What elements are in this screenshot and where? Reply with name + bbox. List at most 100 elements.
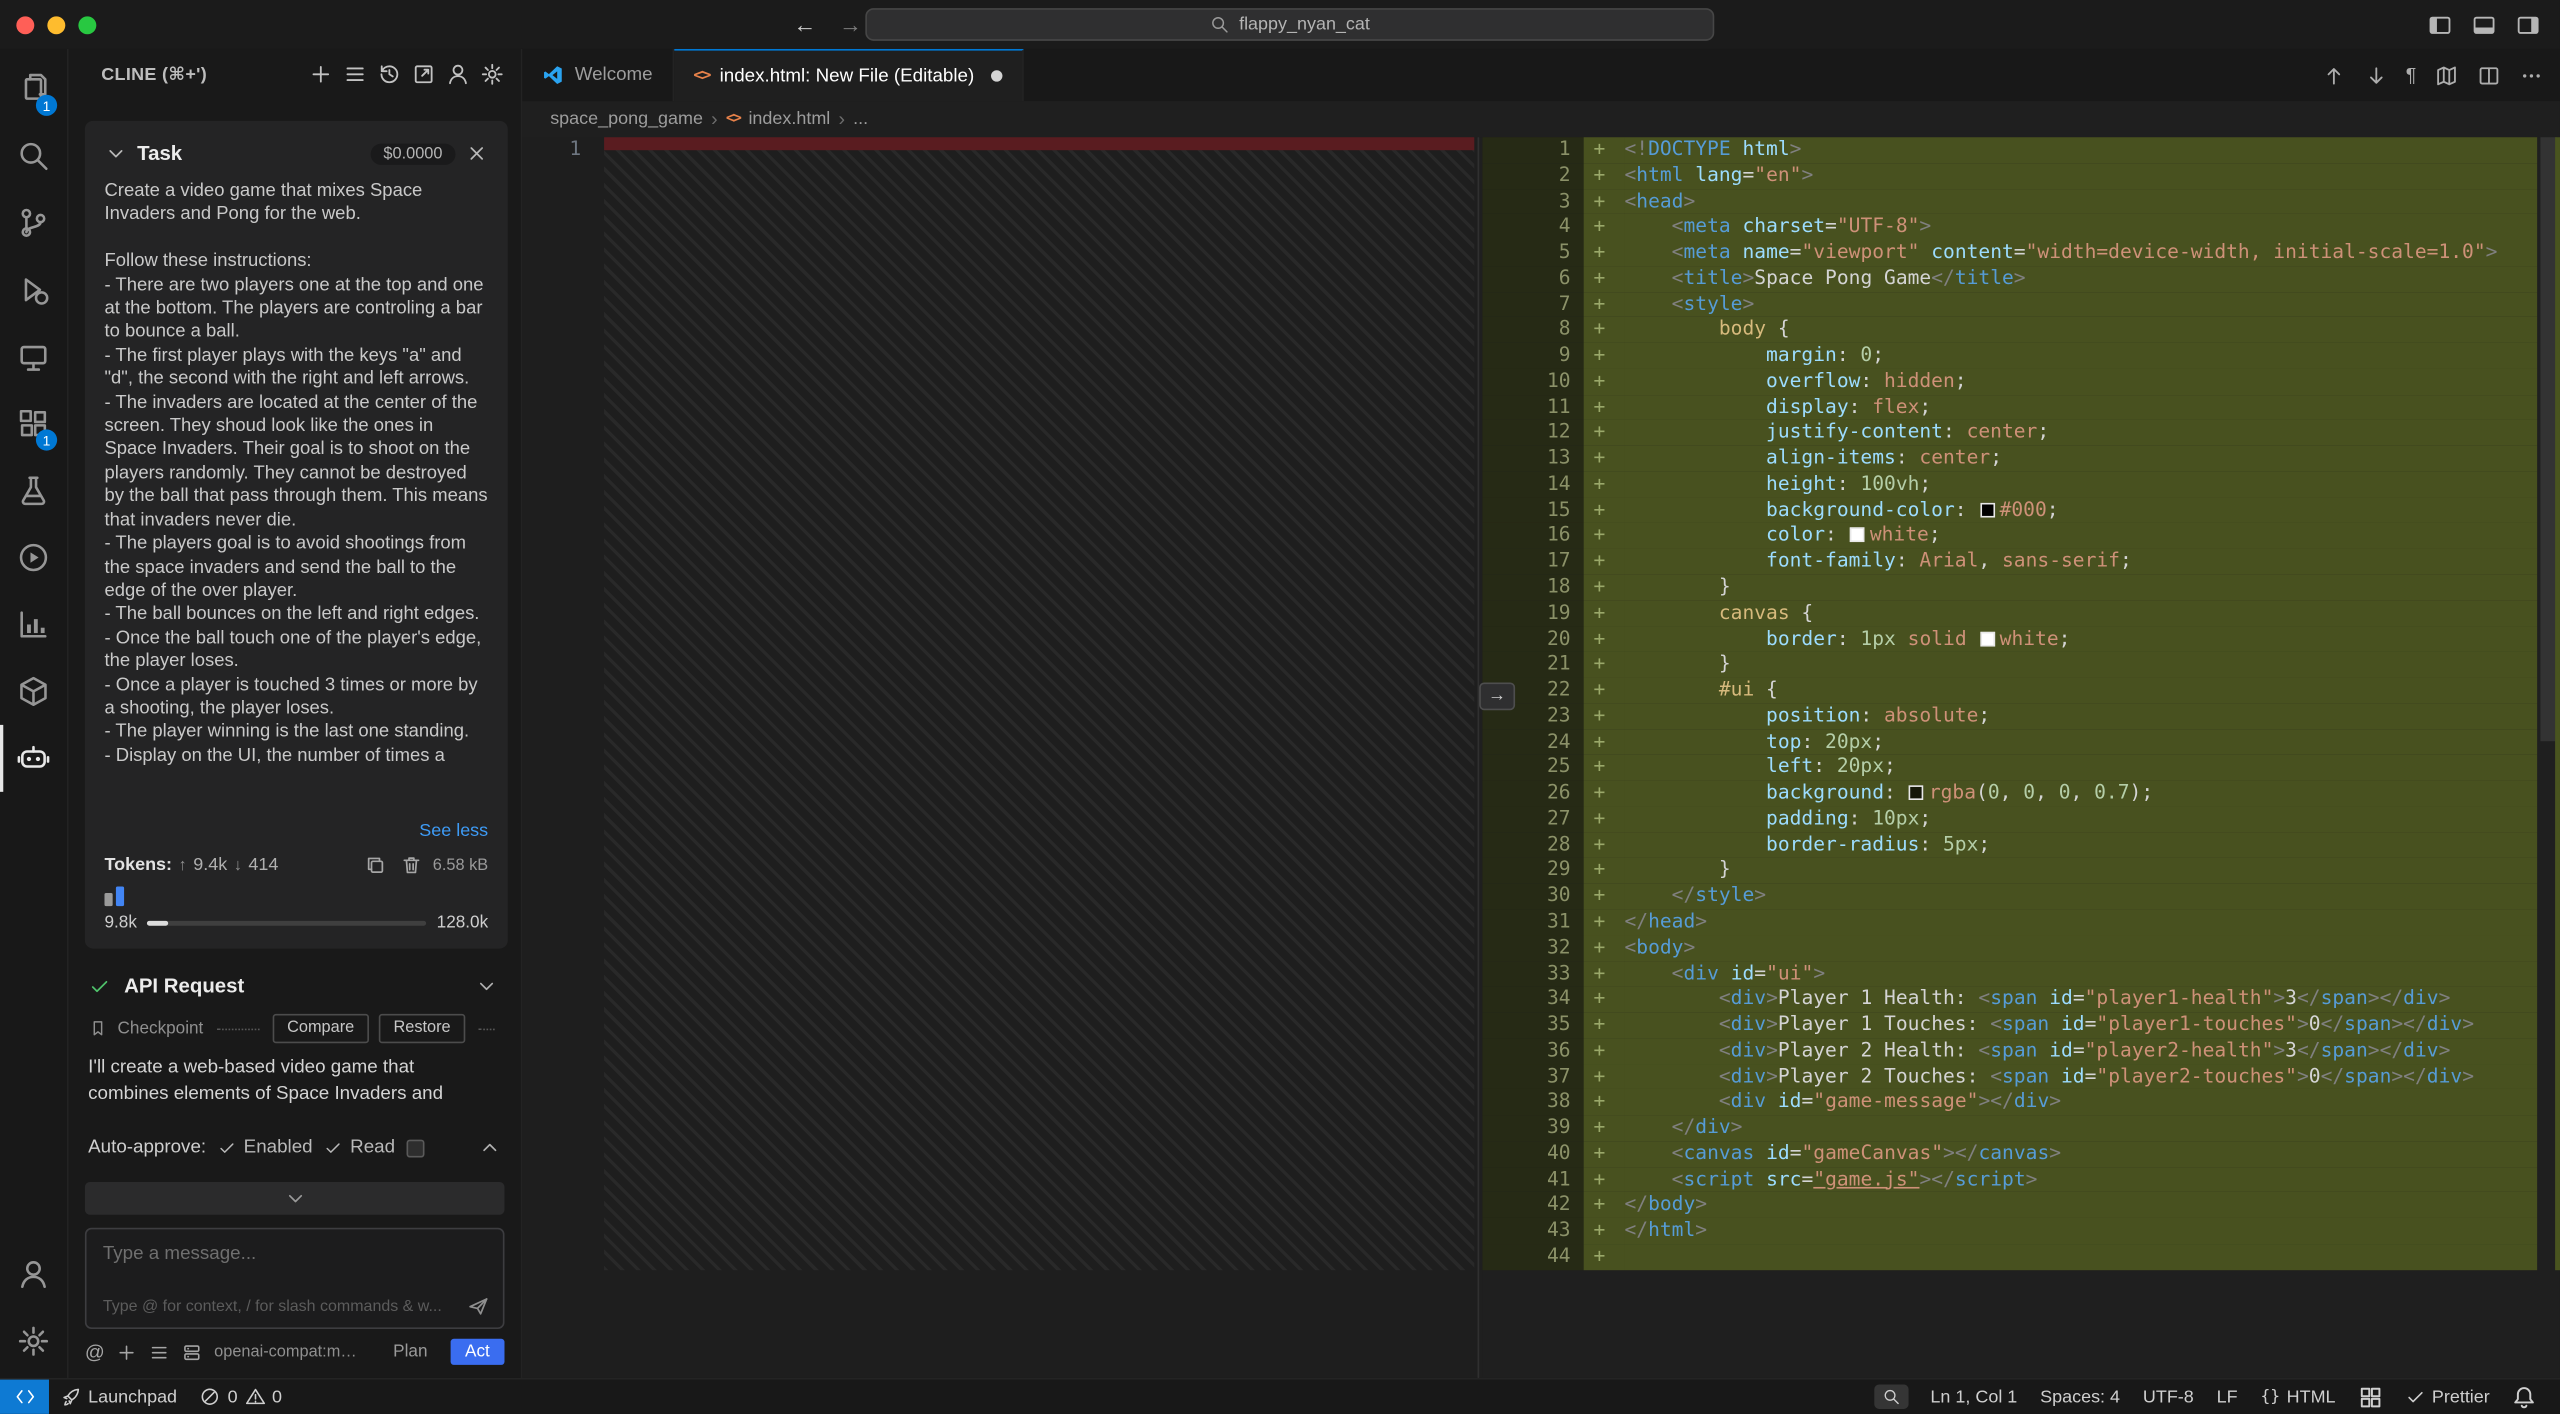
tab-index-html[interactable]: <> index.html: New File (Editable) — [674, 49, 1023, 101]
auto-approve-row[interactable]: Auto-approve: Enabled Read — [88, 1130, 501, 1166]
activity-item-run-and-debug[interactable] — [0, 256, 67, 323]
toggle-panel-icon[interactable] — [2472, 12, 2496, 36]
color-swatch[interactable] — [1909, 786, 1924, 801]
whitespace-toggle-icon[interactable]: ¶ — [2406, 64, 2417, 87]
code-line-5[interactable]: 5+ <meta name="viewport" content="width=… — [1482, 240, 2537, 266]
breadcrumb-file[interactable]: index.html — [748, 109, 830, 129]
code-line-19[interactable]: 19+ canvas { — [1482, 600, 2537, 626]
notifications-icon[interactable] — [2511, 1384, 2537, 1410]
breadcrumb-folder[interactable]: space_pong_game — [550, 109, 703, 129]
code-line-40[interactable]: 40+ <canvas id="gameCanvas"></canvas> — [1482, 1141, 2537, 1167]
activity-item-cline[interactable] — [0, 725, 67, 792]
next-change-icon[interactable] — [2363, 63, 2387, 87]
extension-status-icon[interactable] — [2357, 1384, 2383, 1410]
delete-task-icon[interactable] — [400, 854, 423, 877]
restore-button[interactable]: Restore — [379, 1014, 466, 1043]
code-line-29[interactable]: 29+ } — [1482, 858, 2537, 884]
code-line-1[interactable]: 1+<!DOCTYPE html> — [1482, 137, 2537, 163]
code-line-26[interactable]: 26+ background: rgba(0, 0, 0, 0.7); — [1482, 781, 2537, 807]
formatter-status[interactable]: Prettier — [2393, 1380, 2502, 1414]
code-line-31[interactable]: 31+</head> — [1482, 909, 2537, 935]
code-line-23[interactable]: 23+ position: absolute; — [1482, 703, 2537, 729]
open-changes-icon[interactable] — [2434, 63, 2458, 87]
new-task-icon[interactable] — [309, 61, 333, 85]
code-line-9[interactable]: 9+ margin: 0; — [1482, 343, 2537, 369]
go-forward-icon[interactable]: → — [839, 11, 862, 37]
indentation-status[interactable]: Spaces: 4 — [2029, 1380, 2132, 1414]
code-line-3[interactable]: 3+<head> — [1482, 189, 2537, 215]
tab-welcome[interactable]: Welcome — [522, 49, 673, 101]
remote-indicator[interactable] — [0, 1380, 49, 1414]
diff-original-pane[interactable]: 1 — [522, 137, 1477, 1378]
code-line-28[interactable]: 28+ border-radius: 5px; — [1482, 832, 2537, 858]
go-back-icon[interactable]: ← — [793, 11, 816, 37]
api-request-collapse-icon[interactable] — [475, 975, 498, 998]
code-line-11[interactable]: 11+ display: flex; — [1482, 395, 2537, 421]
see-less-link[interactable]: See less — [419, 821, 488, 841]
code-line-14[interactable]: 14+ height: 100vh; — [1482, 472, 2537, 498]
mention-icon[interactable]: @ — [85, 1340, 105, 1363]
launchpad-item[interactable]: Launchpad — [49, 1380, 189, 1414]
encoding-status[interactable]: UTF-8 — [2131, 1380, 2205, 1414]
code-line-7[interactable]: 7+ <style> — [1482, 292, 2537, 318]
sidebar-settings-icon[interactable] — [480, 61, 504, 85]
diff-revert-arrow-button[interactable]: → — [1479, 682, 1515, 710]
plan-toggle[interactable]: Plan — [382, 1339, 439, 1365]
color-swatch[interactable] — [1980, 502, 1995, 517]
compare-button[interactable]: Compare — [272, 1014, 369, 1043]
code-line-12[interactable]: 12+ justify-content: center; — [1482, 420, 2537, 446]
code-line-33[interactable]: 33+ <div id="ui"> — [1482, 961, 2537, 987]
mcp-icon[interactable] — [182, 1341, 203, 1362]
auto-approve-read[interactable]: Read — [324, 1138, 395, 1158]
window-zoom-button[interactable] — [78, 16, 96, 34]
activity-item-remote-explorer[interactable] — [0, 323, 67, 390]
breadcrumb-symbol[interactable]: ... — [853, 109, 868, 129]
model-selector[interactable]: openai-compat:mistralai/... — [214, 1343, 359, 1361]
more-actions-icon[interactable] — [2519, 63, 2543, 87]
code-line-20[interactable]: 20+ border: 1px solid white; — [1482, 626, 2537, 652]
history-icon[interactable] — [377, 61, 401, 85]
code-line-4[interactable]: 4+ <meta charset="UTF-8"> — [1482, 214, 2537, 240]
toggle-primary-sidebar-icon[interactable] — [2428, 12, 2452, 36]
color-swatch[interactable] — [1850, 528, 1865, 543]
previous-change-icon[interactable] — [2321, 63, 2345, 87]
task-list-icon[interactable] — [343, 61, 367, 85]
auto-approve-extra-toggle[interactable] — [406, 1139, 424, 1157]
account-icon[interactable] — [446, 61, 470, 85]
collapsed-section-bar[interactable] — [85, 1182, 505, 1215]
activity-item-search[interactable] — [0, 122, 67, 189]
task-close-icon[interactable] — [465, 142, 488, 165]
activity-item-metrics[interactable] — [0, 591, 67, 658]
search-status-item[interactable] — [1875, 1384, 1909, 1408]
act-toggle[interactable]: Act — [450, 1339, 504, 1365]
toggle-secondary-sidebar-icon[interactable] — [2516, 12, 2540, 36]
chat-input[interactable]: Type a message... Type @ for context, / … — [85, 1228, 505, 1329]
api-request-row[interactable]: API Request — [88, 975, 498, 998]
rules-icon[interactable] — [149, 1341, 170, 1362]
code-line-37[interactable]: 37+ <div>Player 2 Touches: <span id="pla… — [1482, 1064, 2537, 1090]
code-line-16[interactable]: 16+ color: white; — [1482, 523, 2537, 549]
code-line-2[interactable]: 2+<html lang="en"> — [1482, 163, 2537, 189]
code-line-38[interactable]: 38+ <div id="game-message"></div> — [1482, 1090, 2537, 1116]
eol-status[interactable]: LF — [2205, 1380, 2249, 1414]
activity-item-extensions[interactable]: 1 — [0, 390, 67, 457]
code-line-36[interactable]: 36+ <div>Player 2 Health: <span id="play… — [1482, 1038, 2537, 1064]
color-swatch[interactable] — [1980, 631, 1995, 646]
breadcrumbs[interactable]: space_pong_game › <> index.html › ... — [522, 101, 2560, 137]
code-line-27[interactable]: 27+ padding: 10px; — [1482, 806, 2537, 832]
code-line-22[interactable]: 22+ #ui { — [1482, 678, 2537, 704]
code-line-8[interactable]: 8+ body { — [1482, 317, 2537, 343]
code-line-32[interactable]: 32+<body> — [1482, 935, 2537, 961]
code-line-17[interactable]: 17+ font-family: Arial, sans-serif; — [1482, 549, 2537, 575]
code-line-10[interactable]: 10+ overflow: hidden; — [1482, 369, 2537, 395]
code-line-13[interactable]: 13+ align-items: center; — [1482, 446, 2537, 472]
window-minimize-button[interactable] — [47, 16, 65, 34]
activity-item-accounts[interactable] — [0, 1241, 67, 1308]
activity-item-testing[interactable] — [0, 457, 67, 524]
code-line-42[interactable]: 42+</body> — [1482, 1192, 2537, 1218]
activity-item-live-preview[interactable] — [0, 524, 67, 591]
open-in-editor-icon[interactable] — [411, 61, 435, 85]
auto-approve-expand-icon[interactable] — [478, 1136, 501, 1159]
cursor-position[interactable]: Ln 1, Col 1 — [1919, 1380, 2029, 1414]
problems-item[interactable]: 0 0 — [188, 1380, 293, 1414]
